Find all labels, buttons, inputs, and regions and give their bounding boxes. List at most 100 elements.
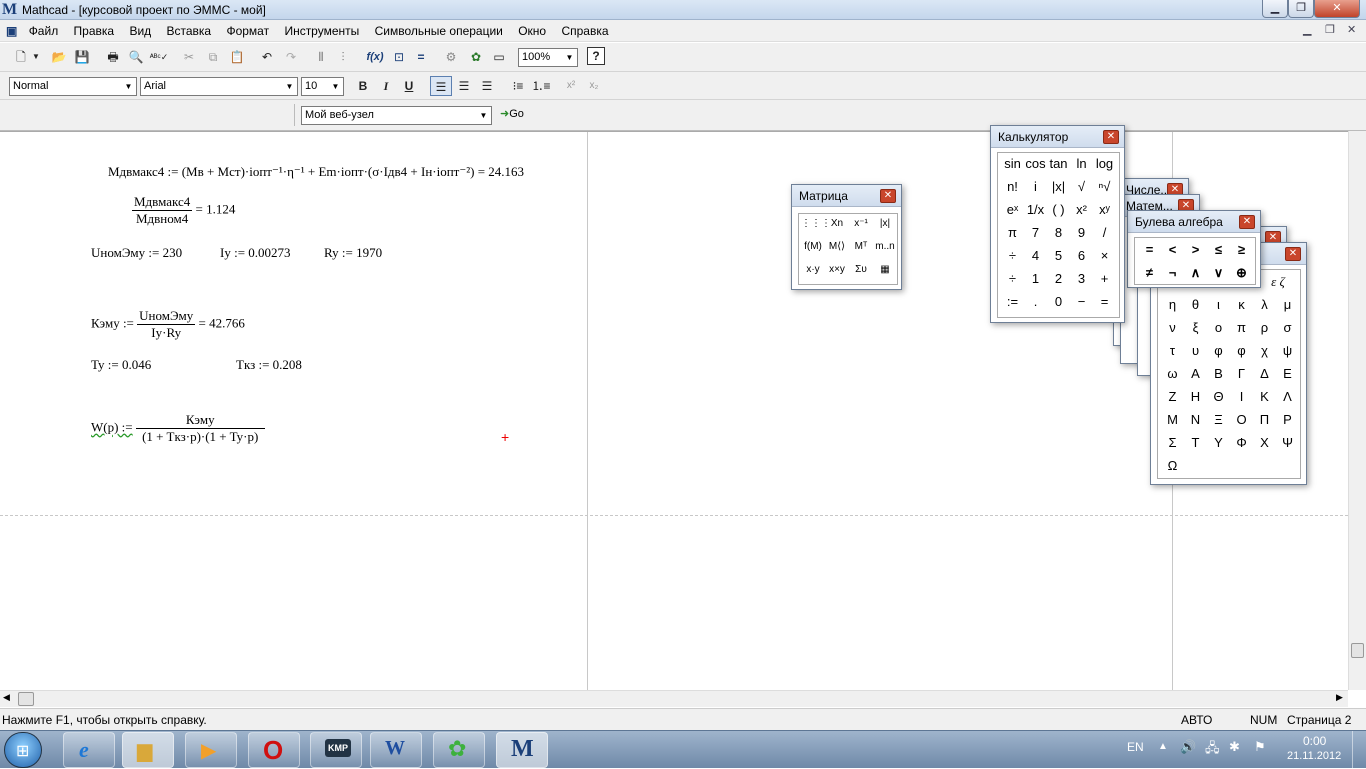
superscript-button[interactable]: x² xyxy=(560,76,582,96)
palette-button[interactable]: |x| xyxy=(1047,179,1070,194)
scroll-right-icon[interactable]: ▶ xyxy=(1336,692,1343,703)
greek-partial-row[interactable]: ε ζ xyxy=(1254,274,1302,290)
palette-button[interactable]: ω xyxy=(1161,366,1184,381)
taskbar-ie[interactable]: e xyxy=(63,732,115,768)
undo-icon[interactable]: ↶ xyxy=(256,47,278,67)
close-icon[interactable]: ✕ xyxy=(880,189,896,203)
palette-button[interactable]: x·y xyxy=(801,264,825,275)
redo-icon[interactable]: ↷ xyxy=(280,47,302,67)
palette-button[interactable]: κ xyxy=(1230,297,1253,312)
palette-button[interactable]: Ε xyxy=(1276,366,1299,381)
palette-button[interactable]: Συ xyxy=(849,264,873,275)
palette-button[interactable]: Δ xyxy=(1253,366,1276,381)
palette-button[interactable]: Ψ xyxy=(1276,435,1299,450)
palette-button[interactable]: ο xyxy=(1207,320,1230,335)
palette-button[interactable]: ⊕ xyxy=(1230,265,1253,281)
palette-button[interactable]: ∧ xyxy=(1184,265,1207,281)
show-desktop-button[interactable] xyxy=(1352,731,1366,769)
palette-button[interactable]: Ξ xyxy=(1207,412,1230,427)
palette-button[interactable]: 2 xyxy=(1047,271,1070,286)
palette-button[interactable]: Η xyxy=(1184,389,1207,404)
horizontal-scrollbar[interactable]: ◀ ▶ xyxy=(0,690,1348,707)
palette-button[interactable]: 6 xyxy=(1070,248,1093,263)
palette-button[interactable]: + xyxy=(1093,271,1116,286)
palette-button[interactable]: Υ xyxy=(1207,435,1230,450)
boolean-palette[interactable]: Булева алгебра ✕ = < > ≤ ≥ ≠ ¬ ∧ ∨ ⊕ xyxy=(1127,210,1261,288)
web-address-select[interactable]: Мой веб-узел ▼ xyxy=(301,106,492,125)
palette-button[interactable]: ln xyxy=(1070,156,1093,171)
palette-button[interactable]: 9 xyxy=(1070,225,1093,240)
volume-icon[interactable]: 🔊 xyxy=(1180,739,1196,755)
tray-arrow-icon[interactable]: ▲ xyxy=(1158,741,1168,752)
palette-button[interactable]: − xyxy=(1070,294,1093,309)
align-vertical-icon[interactable]: ⫶ xyxy=(332,47,354,67)
palette-button[interactable]: ÷ xyxy=(1001,248,1024,263)
taskbar-explorer[interactable]: ▆ xyxy=(122,732,174,768)
new-dropdown-icon[interactable]: ▼ xyxy=(30,47,42,67)
action-center-icon[interactable]: ⚑ xyxy=(1254,739,1266,755)
print-icon[interactable]: 🖶 xyxy=(102,47,124,67)
maximize-button[interactable]: ❐ xyxy=(1288,0,1314,18)
palette-button[interactable]: ≠ xyxy=(1138,265,1161,280)
palette-button[interactable]: i xyxy=(1024,179,1047,194)
palette-button[interactable]: ¬ xyxy=(1161,265,1184,280)
menu-window[interactable]: Окно xyxy=(512,20,552,42)
palette-button[interactable]: Mᵀ xyxy=(849,241,873,252)
math-region-wp[interactable]: W(p) := Кэму (1 + Tкз·p)·(1 + Ty·p) xyxy=(91,412,265,445)
menu-format[interactable]: Формат xyxy=(220,20,275,42)
doc-restore-icon[interactable]: ❐ xyxy=(1325,23,1335,36)
menu-help[interactable]: Справка xyxy=(555,20,614,42)
palette-button[interactable]: ν xyxy=(1161,320,1184,335)
go-button[interactable]: ➜Go xyxy=(500,107,524,120)
palette-button[interactable]: Π xyxy=(1253,412,1276,427)
palette-button[interactable]: Ρ xyxy=(1276,412,1299,427)
subscript-button[interactable]: x₂ xyxy=(583,76,605,96)
palette-button[interactable]: ξ xyxy=(1184,320,1207,335)
palette-button[interactable]: √ xyxy=(1070,179,1093,194)
palette-button[interactable]: Γ xyxy=(1230,366,1253,381)
palette-button[interactable]: Χ xyxy=(1253,435,1276,450)
calculate-icon[interactable]: = xyxy=(410,47,432,67)
close-icon[interactable]: ✕ xyxy=(1103,130,1119,144)
palette-button[interactable]: eˣ xyxy=(1001,202,1024,217)
palette-button[interactable]: / xyxy=(1093,225,1116,240)
palette-button[interactable]: × xyxy=(1093,248,1116,263)
palette-button[interactable]: < xyxy=(1161,242,1184,257)
palette-button[interactable]: ψ xyxy=(1276,343,1299,358)
palette-button[interactable]: ≥ xyxy=(1230,242,1253,257)
palette-button[interactable]: := xyxy=(1001,294,1024,309)
palette-button[interactable]: φ xyxy=(1230,343,1253,358)
palette-button[interactable]: > xyxy=(1184,242,1207,257)
palette-button[interactable]: Ο xyxy=(1230,412,1253,427)
math-region-unom[interactable]: UномЭму := 230 xyxy=(91,245,182,261)
component-icon[interactable]: ⚙ xyxy=(440,47,462,67)
palette-button[interactable]: Α xyxy=(1184,366,1207,381)
style-select[interactable]: Normal ▼ xyxy=(9,77,137,96)
bullets-icon[interactable]: ⁝≡ xyxy=(507,76,529,96)
resources-icon[interactable]: ✿ xyxy=(465,47,487,67)
palette-button[interactable]: 1/x xyxy=(1024,202,1047,217)
palette-button[interactable]: Ω xyxy=(1161,458,1184,473)
cut-icon[interactable]: ✂ xyxy=(178,47,200,67)
close-icon[interactable]: ✕ xyxy=(1285,247,1301,261)
palette-button[interactable]: m..n xyxy=(873,241,897,252)
insert-unit-icon[interactable]: ⊡ xyxy=(388,47,410,67)
palette-button[interactable]: ⋮⋮⋮ xyxy=(801,218,831,229)
close-button[interactable]: ✕ xyxy=(1314,0,1360,18)
align-left-icon[interactable]: ☰ xyxy=(430,76,452,96)
network-icon[interactable]: 🖧 xyxy=(1205,739,1220,761)
palette-button[interactable]: 1 xyxy=(1024,271,1047,286)
scroll-thumb[interactable] xyxy=(18,692,34,706)
menu-tools[interactable]: Инструменты xyxy=(278,20,365,42)
doc-close-icon[interactable]: ✕ xyxy=(1347,23,1356,36)
palette-button[interactable]: . xyxy=(1024,294,1047,309)
font-select[interactable]: Arial ▼ xyxy=(140,77,298,96)
scroll-thumb[interactable] xyxy=(1351,643,1364,658)
palette-button[interactable]: 8 xyxy=(1047,225,1070,240)
palette-button[interactable]: sin xyxy=(1001,156,1024,171)
help-icon[interactable]: ? xyxy=(587,47,605,65)
close-icon[interactable]: ✕ xyxy=(1239,215,1255,229)
palette-button[interactable]: Ζ xyxy=(1161,389,1184,404)
menu-symbolic[interactable]: Символьные операции xyxy=(369,20,509,42)
palette-button[interactable]: f(M) xyxy=(801,241,825,252)
